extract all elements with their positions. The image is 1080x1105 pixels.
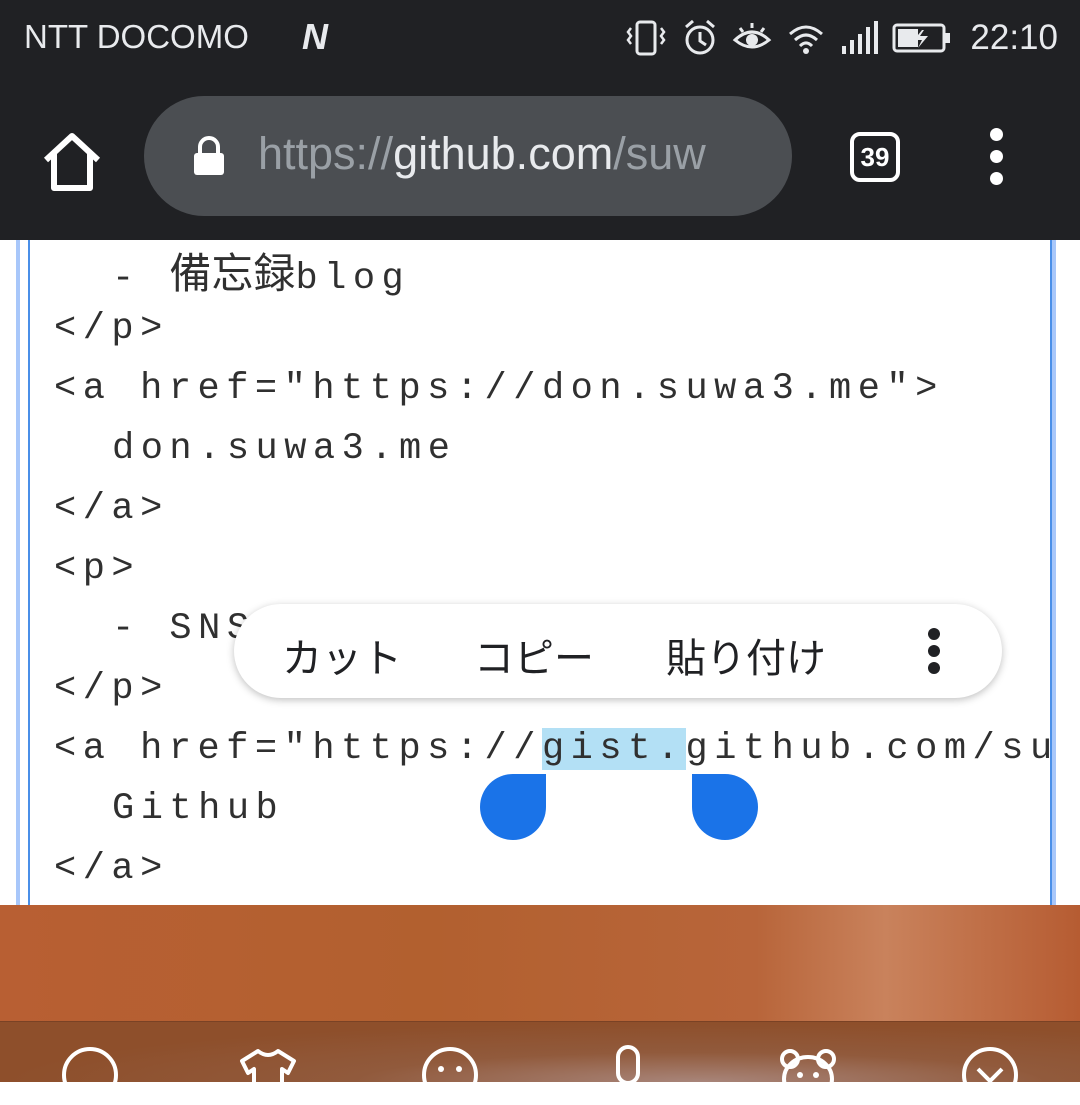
code-line: <p> xyxy=(54,548,141,590)
keyboard-background xyxy=(0,905,1080,1021)
clock: 22:10 xyxy=(970,18,1058,57)
code-line: don.suwa3.me xyxy=(112,428,457,470)
shirt-icon[interactable] xyxy=(238,1045,298,1105)
nfc-icon: N xyxy=(302,16,328,57)
carrier-name: NTT DOCOMO xyxy=(24,18,249,55)
code-line: </a> xyxy=(54,848,169,890)
emoji-icon[interactable] xyxy=(420,1045,480,1105)
collapse-keyboard-icon[interactable] xyxy=(960,1045,1020,1105)
overflow-menu-icon[interactable] xyxy=(982,128,1010,192)
status-bar: NTT DOCOMO N 22:10 xyxy=(0,0,1080,78)
copy-button[interactable]: コピー xyxy=(474,626,594,684)
lock-icon xyxy=(194,136,224,175)
alarm-icon xyxy=(685,19,716,55)
url-scheme: https:// xyxy=(258,128,394,179)
wifi-icon xyxy=(789,25,824,54)
selected-text[interactable]: gist. xyxy=(541,728,686,770)
paste-button[interactable]: 貼り付け xyxy=(666,626,826,684)
code-line: </p> xyxy=(54,668,169,710)
bear-icon[interactable] xyxy=(778,1045,838,1105)
url-host: github.com xyxy=(393,128,614,179)
keyboard-toolbar xyxy=(0,1021,1080,1082)
code-line: <a href="https://don.suwa3.me"> xyxy=(54,368,944,410)
home-icon[interactable] xyxy=(40,130,104,194)
signal-icon xyxy=(842,21,879,54)
url-bar[interactable]: https://github.com/suw xyxy=(144,96,792,216)
code-line: </p> xyxy=(54,308,169,350)
status-icons: 22:10 xyxy=(624,12,1058,64)
browser-toolbar: https://github.com/suw 39 xyxy=(0,78,1080,240)
text-selection-menu: カット コピー 貼り付け xyxy=(234,604,1002,698)
microphone-icon[interactable] xyxy=(598,1045,658,1105)
url-text: https://github.com/suw xyxy=(258,128,706,180)
selection-handle-start[interactable] xyxy=(480,774,546,840)
url-path: /suw xyxy=(613,128,706,179)
tab-switcher-button[interactable]: 39 xyxy=(850,132,900,182)
code-line: Github xyxy=(112,788,285,830)
page-content: - 備忘録blog </p> <a href="https://don.suwa… xyxy=(0,240,1080,905)
vibrate-icon xyxy=(626,20,666,56)
more-options-icon[interactable] xyxy=(924,628,944,678)
eye-comfort-icon xyxy=(733,23,772,49)
code-line: - 備忘録blog xyxy=(112,249,411,300)
cut-button[interactable]: カット xyxy=(282,626,402,684)
battery-charging-icon xyxy=(892,23,951,53)
selection-handle-end[interactable] xyxy=(692,774,758,840)
code-line: </a> xyxy=(54,488,169,530)
code-line: <a href="https://gist.github.com/su xyxy=(54,728,1059,770)
chat-bubble-icon[interactable] xyxy=(60,1045,120,1105)
